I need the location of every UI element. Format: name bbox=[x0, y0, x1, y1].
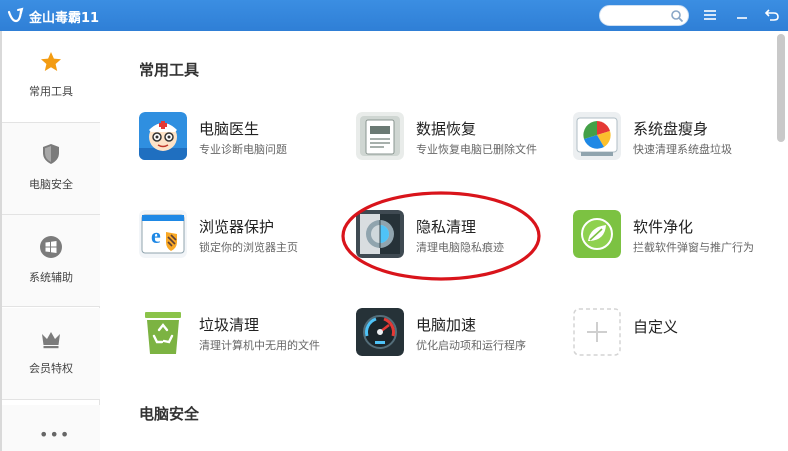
sidebar-item-label: 电脑安全 bbox=[29, 178, 73, 191]
tool-name: 系统盘瘦身 bbox=[633, 120, 709, 138]
app-title: 金山毒霸11 bbox=[29, 11, 100, 26]
tool-desc: 拦截软件弹窗与推广行为 bbox=[633, 241, 754, 254]
title-bar: 金山毒霸11 bbox=[0, 0, 788, 31]
star-icon bbox=[41, 52, 61, 71]
sidebar-item-pc-security[interactable]: 电脑安全 bbox=[2, 123, 100, 215]
tool-speedup[interactable]: 电脑加速 优化启动项和运行程序 bbox=[356, 308, 571, 358]
windows-icon bbox=[40, 236, 62, 258]
section-title-common-tools: 常用工具 bbox=[139, 61, 200, 79]
tool-pc-doctor[interactable]: 电脑医生 专业诊断电脑问题 bbox=[139, 112, 354, 162]
sidebar-item-label: 会员特权 bbox=[29, 362, 73, 375]
add-icon[interactable] bbox=[573, 308, 621, 356]
tool-name: 软件净化 bbox=[633, 218, 694, 236]
doctor-icon bbox=[139, 112, 187, 160]
sidebar-item-vip[interactable]: 会员特权 bbox=[2, 308, 100, 400]
tool-trash-clean[interactable]: 垃圾清理 清理计算机中无用的文件 bbox=[139, 308, 354, 358]
search-icon[interactable] bbox=[670, 9, 684, 23]
tool-desc: 专业诊断电脑问题 bbox=[199, 143, 287, 156]
tool-name: 电脑医生 bbox=[199, 120, 260, 138]
minimize-icon[interactable] bbox=[733, 6, 751, 24]
sidebar: 常用工具 电脑安全 系统辅助 会员特权 ••• bbox=[2, 31, 100, 451]
tool-disk-slim[interactable]: 系统盘瘦身 快速清理系统盘垃圾 bbox=[573, 112, 788, 162]
browser-protect-icon: e bbox=[139, 210, 187, 258]
tool-data-recovery[interactable]: 数据恢复 专业恢复电脑已删除文件 bbox=[356, 112, 571, 162]
disk-slim-icon bbox=[573, 112, 621, 160]
sidebar-item-label: 常用工具 bbox=[29, 85, 73, 98]
software-purify-icon bbox=[573, 210, 621, 258]
tool-customize[interactable]: 自定义 bbox=[573, 308, 788, 358]
search-input[interactable] bbox=[599, 5, 689, 26]
tool-name: 数据恢复 bbox=[416, 120, 477, 138]
tool-desc: 清理计算机中无用的文件 bbox=[199, 339, 320, 352]
tool-name: 浏览器保护 bbox=[199, 218, 275, 236]
sidebar-more-button[interactable]: ••• bbox=[2, 405, 100, 451]
section-title-pc-security: 电脑安全 bbox=[139, 405, 200, 423]
tool-desc: 锁定你的浏览器主页 bbox=[199, 241, 298, 254]
tool-name: 隐私清理 bbox=[416, 218, 477, 236]
tool-browser-protect[interactable]: e 浏览器保护 锁定你的浏览器主页 bbox=[139, 210, 354, 260]
back-icon[interactable] bbox=[763, 6, 781, 24]
crown-icon bbox=[42, 332, 60, 349]
sidebar-item-common-tools[interactable]: 常用工具 bbox=[2, 31, 100, 123]
tool-desc: 优化启动项和运行程序 bbox=[416, 339, 526, 352]
data-recovery-icon bbox=[356, 112, 404, 160]
trash-clean-icon bbox=[139, 308, 187, 356]
app-logo-icon bbox=[7, 7, 24, 23]
tool-desc: 快速清理系统盘垃圾 bbox=[633, 143, 732, 156]
sidebar-item-system-assist[interactable]: 系统辅助 bbox=[2, 215, 100, 307]
tool-software-purify[interactable]: 软件净化 拦截软件弹窗与推广行为 bbox=[573, 210, 788, 260]
shield-icon bbox=[43, 144, 59, 164]
svg-text:e: e bbox=[151, 223, 161, 248]
tool-name: 电脑加速 bbox=[416, 316, 477, 334]
tool-name: 垃圾清理 bbox=[199, 316, 260, 334]
privacy-clean-icon bbox=[356, 210, 404, 258]
sidebar-item-label: 系统辅助 bbox=[29, 271, 73, 284]
more-dots-icon: ••• bbox=[39, 425, 71, 444]
tool-privacy-clean[interactable]: 隐私清理 清理电脑隐私痕迹 bbox=[356, 210, 571, 260]
tool-desc: 清理电脑隐私痕迹 bbox=[416, 241, 504, 254]
tool-name: 自定义 bbox=[633, 318, 679, 336]
tool-desc: 专业恢复电脑已删除文件 bbox=[416, 143, 537, 156]
menu-icon[interactable] bbox=[701, 6, 719, 24]
speedup-icon bbox=[356, 308, 404, 356]
